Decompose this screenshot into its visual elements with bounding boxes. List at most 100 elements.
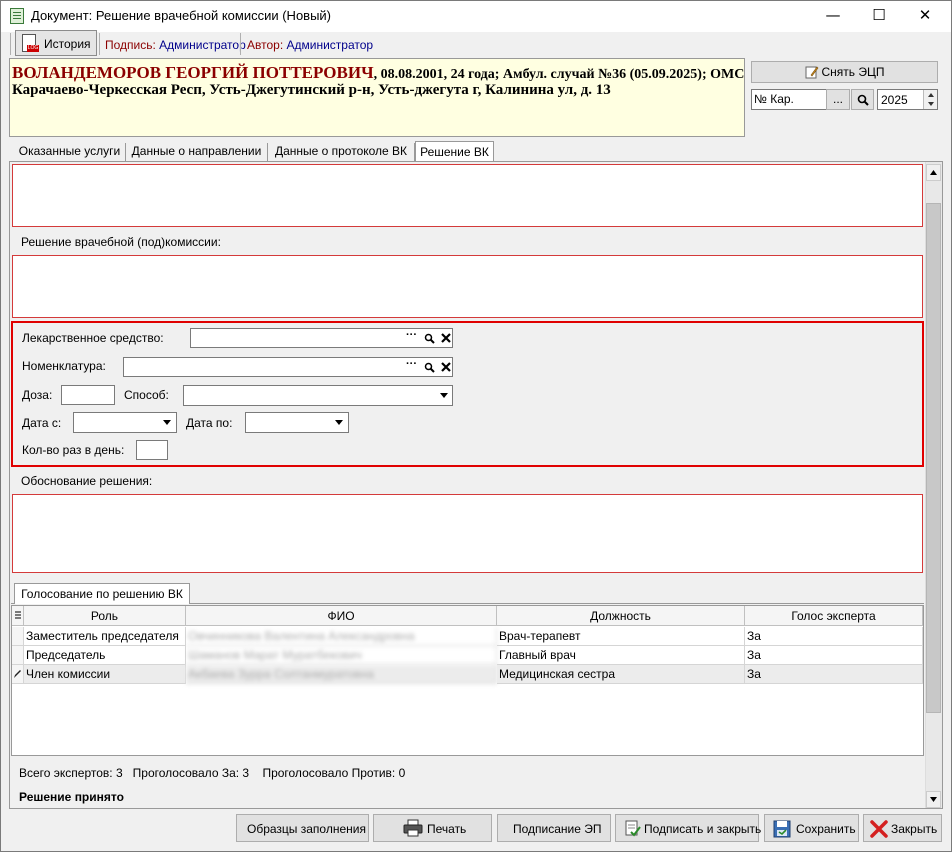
grid-menu-icon [14, 611, 21, 619]
drug-search-icon[interactable] [424, 333, 435, 344]
nomenclature-lookup-dots[interactable]: ··· [406, 358, 417, 370]
maximize-button[interactable]: ☐ [856, 0, 902, 31]
tab-services[interactable]: Оказанные услуги [14, 143, 126, 161]
templates-button[interactable]: Образцы заполнения [236, 814, 369, 842]
voting-summary: Всего экспертов: 3 Проголосовало За: 3 П… [19, 766, 405, 780]
times-per-day-input[interactable] [136, 440, 168, 460]
card-search-button[interactable] [851, 89, 874, 110]
nomenclature-search-icon[interactable] [424, 362, 435, 373]
row-indicator-editing [12, 665, 24, 684]
scrollbar-thumb[interactable] [926, 203, 941, 713]
column-header-position[interactable]: Должность [497, 606, 745, 626]
justification-textarea[interactable] [12, 494, 923, 573]
row-indicator [12, 627, 24, 646]
spin-up-icon [928, 93, 934, 97]
voting-result: Решение принято [19, 790, 124, 804]
tab-referral-data[interactable]: Данные о направлении [126, 143, 268, 161]
table-row-vote[interactable]: За [745, 627, 923, 646]
signature-info: Подпись: Администратор [105, 38, 246, 52]
patient-details: , 08.08.2001, 24 года; Амбул. случай №36… [373, 67, 745, 82]
drug-lookup-dots[interactable]: ··· [406, 329, 417, 341]
table-row-role[interactable]: Заместитель председателя [24, 627, 186, 646]
year-spinner[interactable]: 2025 [877, 89, 938, 110]
patient-address: Карачаево-Черкесская Респ, Усть-Джегутин… [12, 82, 611, 98]
method-select[interactable] [183, 385, 453, 406]
close-window-button[interactable]: ✕ [902, 0, 948, 31]
document-app-icon [10, 8, 24, 24]
signature-pen-icon [805, 66, 818, 79]
floppy-save-icon [773, 820, 791, 838]
sign-and-close-button[interactable]: Подписать и закрыть [615, 814, 761, 842]
print-button[interactable]: Печать [373, 814, 492, 842]
date-to-picker[interactable] [245, 412, 349, 433]
table-row-vote[interactable]: За [745, 665, 923, 684]
column-header-fio[interactable]: ФИО [186, 606, 497, 626]
date-from-picker[interactable] [73, 412, 177, 433]
tab-vk-decision[interactable]: Решение ВК [415, 141, 494, 162]
row-indicator [12, 646, 24, 665]
card-select-button[interactable]: ... [826, 89, 850, 110]
arrow-down-icon [930, 797, 937, 802]
voting-grid: Роль ФИО Должность Голос эксперта Замест… [11, 605, 924, 756]
nomenclature-label: Номенклатура: [22, 359, 106, 373]
sign-ep-button[interactable]: Подписание ЭП [497, 814, 611, 842]
patient-header: ВОЛАНДЕМОРОВ ГЕОРГИЙ ПОТТЕРОВИЧ, 08.08.2… [9, 58, 745, 137]
spin-down-icon [928, 102, 934, 106]
close-button[interactable]: Закрыть [863, 814, 942, 842]
chevron-down-icon [440, 393, 448, 398]
chevron-down-icon [163, 420, 171, 425]
window-title: Документ: Решение врачебной комиссии (Но… [31, 8, 332, 23]
dose-label: Доза: [22, 388, 53, 402]
summary-against: Проголосовало Против: 0 [262, 766, 406, 780]
chevron-down-icon [335, 420, 343, 425]
tab-voting[interactable]: Голосование по решению ВК [14, 583, 190, 604]
table-row-fio[interactable]: Акбаева Зурра Солтанмуратовна [186, 665, 497, 684]
times-per-day-label: Кол-во раз в день: [22, 443, 125, 457]
nomenclature-input[interactable]: ··· [123, 357, 453, 377]
table-row-fio[interactable]: Шаманов Марат Муратбекович [186, 646, 497, 665]
date-from-label: Дата с: [22, 416, 62, 430]
table-row-position[interactable]: Медицинская сестра [497, 665, 745, 684]
summary-total: Всего экспертов: 3 [19, 766, 123, 780]
patient-name: ВОЛАНДЕМОРОВ ГЕОРГИЙ ПОТТЕРОВИЧ [12, 63, 374, 82]
toolbar-separator [10, 33, 11, 55]
remove-ecp-button[interactable]: Снять ЭЦП [751, 61, 938, 83]
history-button[interactable]: LOG История [15, 30, 97, 56]
toolbar-separator [240, 33, 241, 55]
column-header-vote[interactable]: Голос эксперта [745, 606, 923, 626]
tab-protocol-data[interactable]: Данные о протоколе ВК [268, 143, 415, 161]
table-row-vote[interactable]: За [745, 646, 923, 665]
date-to-label: Дата по: [186, 416, 233, 430]
sign-document-icon [625, 820, 641, 837]
drug-label: Лекарственное средство: [22, 331, 164, 345]
table-row-role[interactable]: Председатель [24, 646, 186, 665]
table-row-role[interactable]: Член комиссии [24, 665, 186, 684]
year-spinner-buttons[interactable] [923, 90, 937, 109]
toolbar-separator [99, 33, 100, 55]
minimize-button[interactable]: — [810, 0, 856, 31]
summary-for: Проголосовало За: 3 [132, 766, 250, 780]
save-button[interactable]: Сохранить [764, 814, 859, 842]
card-number-input[interactable]: № Кар. [751, 89, 829, 110]
scroll-up-button[interactable] [926, 164, 941, 181]
method-label: Способ: [124, 388, 169, 402]
close-red-x-icon [870, 820, 888, 838]
table-row-position[interactable]: Главный врач [497, 646, 745, 665]
table-row-fio[interactable]: Овчинникова Валентина Александровна [186, 627, 497, 646]
grid-menu-corner[interactable] [12, 606, 24, 626]
author-info: Автор: Администратор [247, 38, 374, 52]
justification-label: Обоснование решения: [21, 474, 153, 488]
nomenclature-clear-icon[interactable] [440, 361, 452, 373]
drug-input[interactable]: ··· [190, 328, 453, 348]
printer-icon [403, 819, 423, 837]
column-header-role[interactable]: Роль [24, 606, 186, 626]
search-icon [857, 94, 869, 106]
table-row-position[interactable]: Врач-терапевт [497, 627, 745, 646]
pencil-icon [14, 670, 21, 678]
top-text-area[interactable] [12, 164, 923, 227]
decision-textarea[interactable] [12, 255, 923, 318]
history-button-label: История [44, 37, 91, 51]
dose-input[interactable] [61, 385, 115, 405]
drug-clear-icon[interactable] [440, 332, 452, 344]
scroll-down-button[interactable] [926, 791, 941, 808]
